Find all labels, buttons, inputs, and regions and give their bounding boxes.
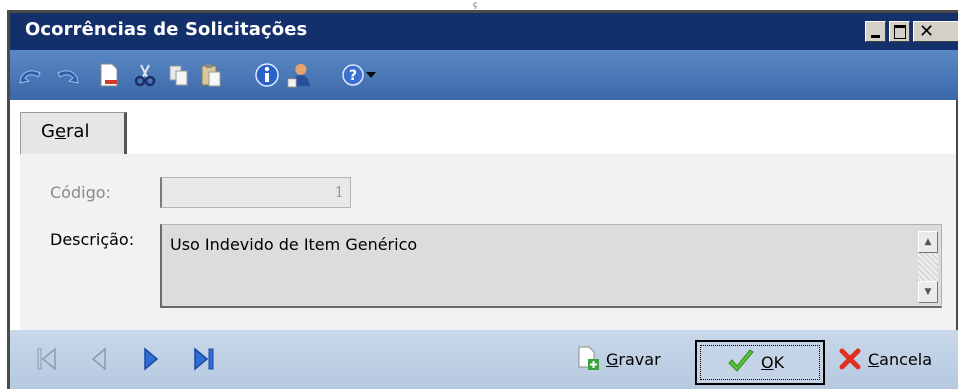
last-record-icon[interactable]: [192, 345, 214, 373]
paste-icon[interactable]: [198, 62, 224, 88]
close-icon: ✕: [919, 21, 935, 42]
dropdown-arrow-icon[interactable]: [364, 62, 378, 88]
footer-bar: Gravar OK Cancela: [10, 330, 958, 389]
svg-text:?: ?: [349, 68, 357, 84]
close-button[interactable]: ✕: [913, 21, 958, 42]
minimize-button[interactable]: [865, 21, 886, 42]
cancel-button[interactable]: Cancela: [838, 342, 932, 376]
maximize-button[interactable]: [889, 21, 910, 42]
description-scrollbar[interactable]: ▲ ▼: [918, 231, 938, 303]
description-field[interactable]: Uso Indevido de Item Genérico ▲ ▼: [160, 224, 942, 308]
tab-geral[interactable]: Geral: [20, 112, 127, 154]
checkmark-icon: [727, 349, 755, 375]
toolbar: ?: [10, 50, 958, 100]
stray-glyph: ç: [473, 0, 478, 9]
content-area: Geral Código: 1 Descrição: Uso Indevido …: [10, 100, 956, 330]
cut-icon[interactable]: [132, 62, 158, 88]
code-field[interactable]: 1: [160, 177, 351, 208]
save-icon: [576, 346, 600, 372]
scroll-up-icon[interactable]: ▲: [918, 231, 938, 253]
copy-icon[interactable]: [166, 62, 192, 88]
window-title: Ocorrências de Solicitações: [25, 19, 308, 40]
user-icon[interactable]: [286, 62, 312, 88]
mnemonic-letter: e: [54, 121, 67, 142]
mnemonic-letter: G: [606, 349, 619, 369]
new-document-icon[interactable]: [96, 62, 122, 88]
help-icon[interactable]: ?: [340, 62, 366, 88]
cancel-label: Cancela: [868, 349, 933, 369]
mnemonic-letter: C: [868, 349, 880, 369]
next-record-icon[interactable]: [140, 345, 162, 373]
description-text: Uso Indevido de Item Genérico: [170, 235, 418, 254]
ok-content: OK: [727, 345, 784, 379]
redo-icon[interactable]: [54, 62, 80, 88]
scrollbar-track[interactable]: [918, 253, 938, 281]
ok-label: OK: [761, 352, 785, 372]
cancel-x-icon: [838, 347, 862, 371]
scroll-down-icon[interactable]: ▼: [918, 281, 938, 303]
save-label: Gravar: [606, 349, 661, 369]
ok-button[interactable]: OK: [695, 340, 825, 385]
description-label: Descrição:: [50, 230, 135, 249]
tab-label: Geral: [41, 121, 90, 142]
previous-record-icon[interactable]: [88, 345, 110, 373]
info-icon[interactable]: [254, 62, 280, 88]
save-button[interactable]: Gravar: [576, 342, 661, 376]
undo-icon[interactable]: [18, 62, 44, 88]
form-panel: Código: 1 Descrição: Uso Indevido de Ite…: [20, 154, 956, 330]
first-record-icon[interactable]: [36, 345, 58, 373]
title-bar: Ocorrências de Solicitações ✕: [10, 13, 958, 50]
code-label: Código:: [50, 183, 111, 202]
mnemonic-letter: O: [761, 352, 774, 372]
